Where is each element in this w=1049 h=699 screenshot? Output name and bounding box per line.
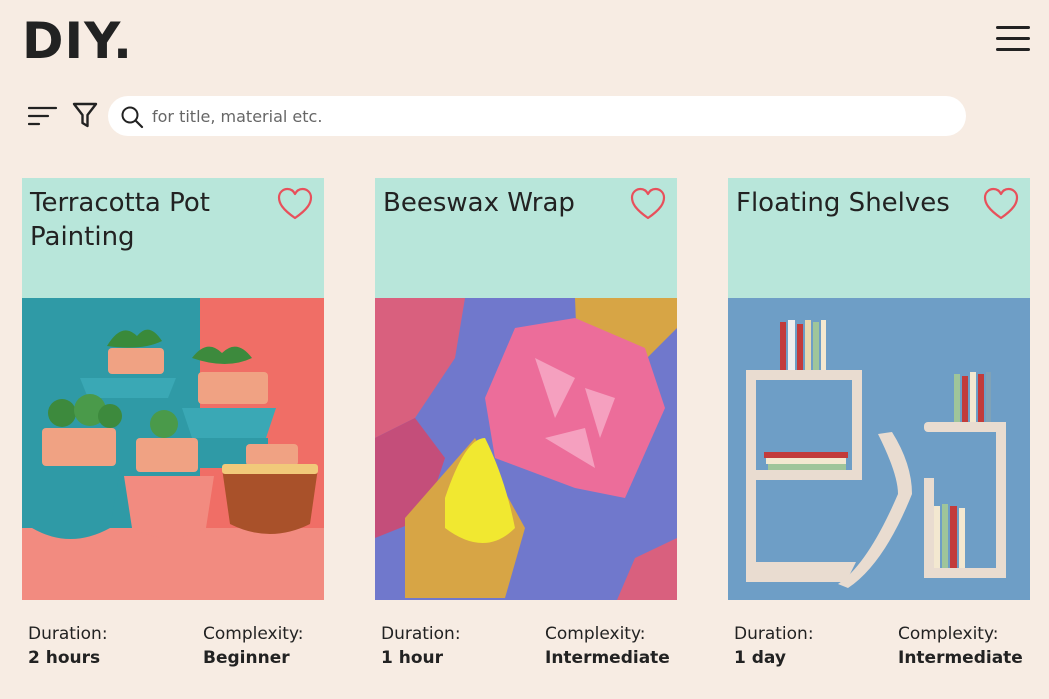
complexity-label: Complexity: — [203, 624, 304, 644]
card-image-floating-shelves[interactable] — [728, 298, 1030, 600]
duration-value: 1 day — [734, 648, 786, 668]
card-title[interactable]: Floating Shelves — [736, 186, 976, 220]
search-input[interactable] — [152, 102, 942, 130]
card-title[interactable]: Beeswax Wrap — [383, 186, 623, 220]
complexity-label: Complexity: — [545, 624, 646, 644]
search-icon[interactable] — [120, 105, 144, 129]
card-header: Beeswax Wrap — [375, 178, 677, 298]
heart-icon[interactable] — [630, 187, 666, 221]
complexity-block: Complexity: Beginner — [203, 622, 304, 670]
duration-block: Duration: 2 hours — [28, 622, 108, 670]
project-card[interactable]: Terracotta Pot Painting Duration: 2 hour… — [22, 178, 324, 688]
sort-icon[interactable] — [27, 104, 58, 128]
project-card[interactable]: Beeswax Wrap Duration: 1 hour Complexity… — [375, 178, 677, 688]
duration-label: Duration: — [734, 624, 814, 644]
duration-block: Duration: 1 day — [734, 622, 814, 670]
heart-icon[interactable] — [983, 187, 1019, 221]
complexity-block: Complexity: Intermediate — [898, 622, 1023, 670]
duration-value: 2 hours — [28, 648, 101, 668]
hamburger-menu-icon[interactable] — [996, 26, 1030, 52]
duration-label: Duration: — [28, 624, 108, 644]
complexity-value: Intermediate — [898, 648, 1023, 668]
app-logo[interactable]: DIY. — [22, 12, 133, 70]
filter-icon[interactable] — [72, 101, 98, 129]
duration-block: Duration: 1 hour — [381, 622, 461, 670]
duration-label: Duration: — [381, 624, 461, 644]
card-title[interactable]: Terracotta Pot Painting — [30, 186, 270, 254]
complexity-block: Complexity: Intermediate — [545, 622, 670, 670]
duration-value: 1 hour — [381, 648, 444, 668]
card-header: Floating Shelves — [728, 178, 1030, 298]
card-image-terracotta-pots[interactable] — [22, 298, 324, 600]
search-bar — [108, 96, 966, 136]
complexity-value: Intermediate — [545, 648, 670, 668]
card-image-beeswax-wrap[interactable] — [375, 298, 677, 600]
heart-icon[interactable] — [277, 187, 313, 221]
project-card[interactable]: Floating Shelves Duration: 1 day Complex… — [728, 178, 1030, 688]
complexity-label: Complexity: — [898, 624, 999, 644]
complexity-value: Beginner — [203, 648, 290, 668]
card-header: Terracotta Pot Painting — [22, 178, 324, 298]
